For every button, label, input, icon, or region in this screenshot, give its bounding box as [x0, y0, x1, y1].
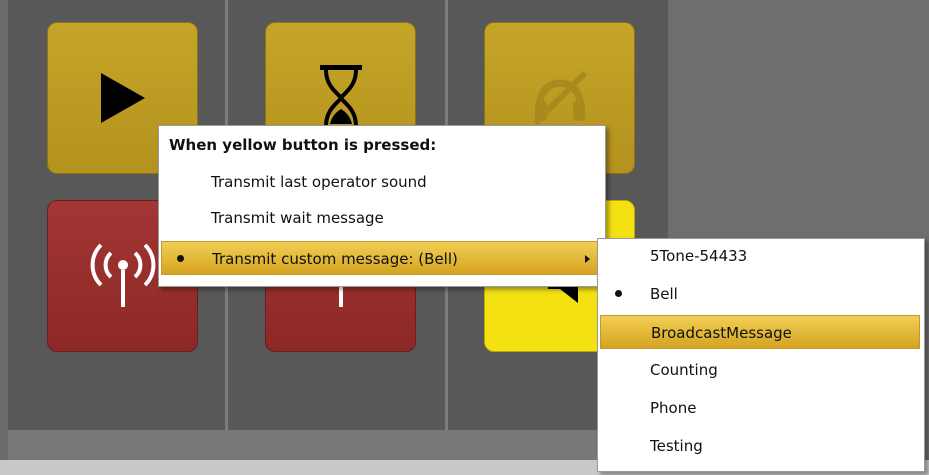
- play-icon: [100, 73, 145, 123]
- submenu-item-label: Counting: [650, 361, 718, 379]
- submenu: 5Tone-54433 Bell BroadcastMessage Counti…: [597, 238, 925, 472]
- radio-transmit-icon: [90, 243, 155, 307]
- submenu-item-label: Testing: [650, 437, 703, 455]
- submenu-item-label: 5Tone-54433: [650, 247, 748, 265]
- hourglass-icon: [319, 65, 362, 131]
- menu-item-transmit-custom[interactable]: Transmit custom message: (Bell): [161, 241, 601, 275]
- menu-item-label: Transmit wait message: [211, 209, 384, 227]
- submenu-item-counting[interactable]: Counting: [600, 353, 920, 387]
- submenu-item-5tone[interactable]: 5Tone-54433: [600, 239, 920, 273]
- submenu-item-label: Bell: [650, 285, 678, 303]
- headset-muted-icon: [532, 70, 587, 126]
- submenu-item-bell[interactable]: Bell: [600, 277, 920, 311]
- submenu-item-label: BroadcastMessage: [651, 324, 792, 342]
- menu-item-transmit-wait[interactable]: Transmit wait message: [161, 201, 601, 235]
- bottom-strip: [8, 430, 668, 460]
- menu-item-transmit-last-sound[interactable]: Transmit last operator sound: [161, 165, 601, 199]
- submenu-arrow-icon: [585, 255, 590, 263]
- menu-item-label: Transmit last operator sound: [211, 173, 427, 191]
- app-window: When yellow button is pressed: Transmit …: [0, 0, 929, 475]
- context-menu: When yellow button is pressed: Transmit …: [158, 125, 606, 287]
- submenu-item-broadcastmessage[interactable]: BroadcastMessage: [600, 315, 920, 349]
- selected-bullet-icon: [177, 255, 184, 262]
- menu-item-label: Transmit custom message: (Bell): [212, 250, 458, 268]
- submenu-item-label: Phone: [650, 399, 697, 417]
- submenu-item-testing[interactable]: Testing: [600, 429, 920, 463]
- submenu-item-phone[interactable]: Phone: [600, 391, 920, 425]
- menu-header: When yellow button is pressed:: [169, 136, 437, 154]
- checked-bullet-icon: [615, 290, 622, 297]
